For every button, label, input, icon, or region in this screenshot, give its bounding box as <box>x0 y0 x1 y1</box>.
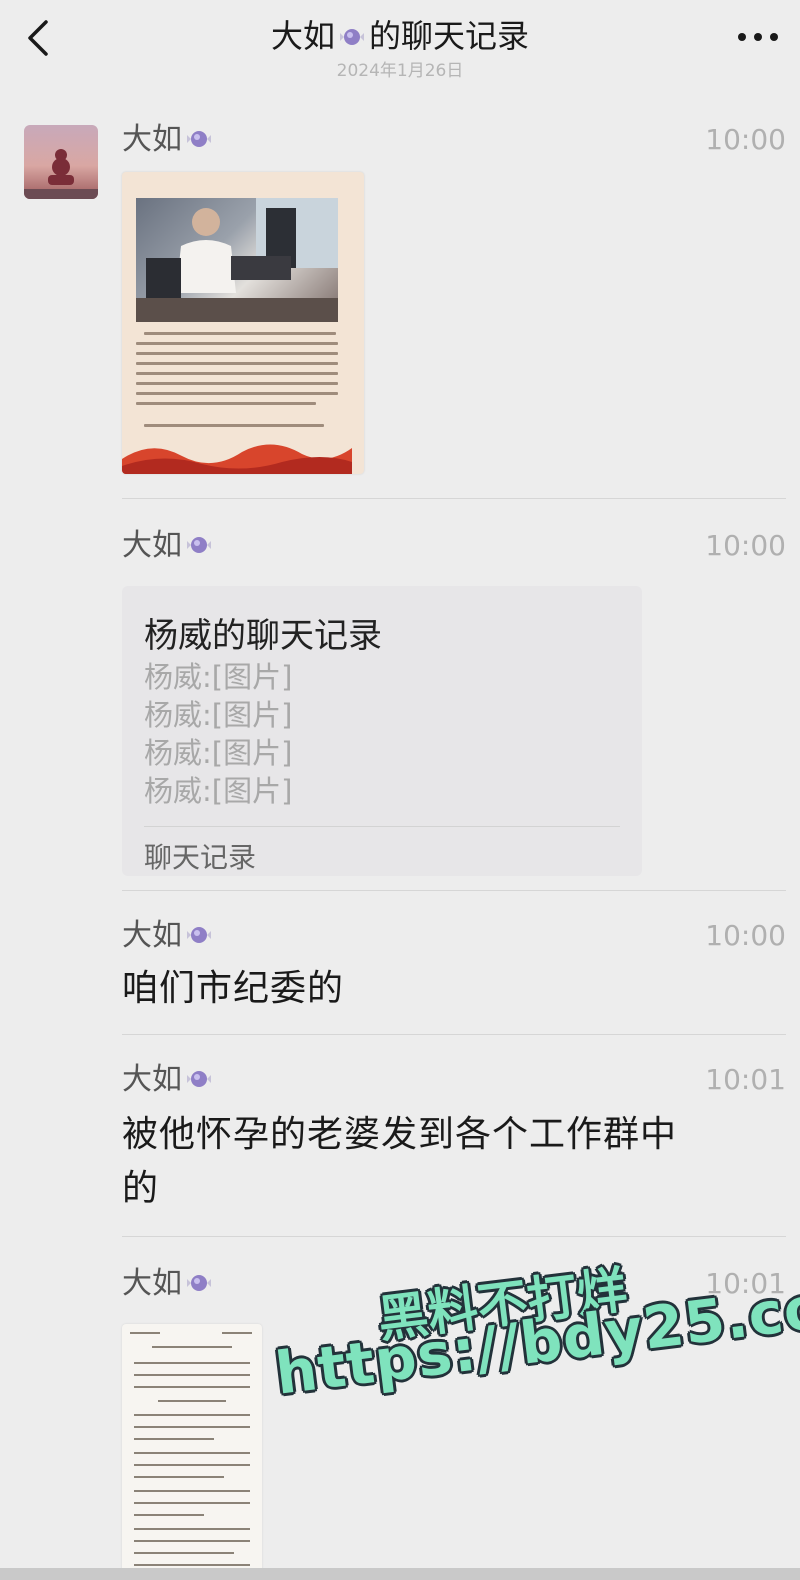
doc-text-line <box>136 362 338 365</box>
doc-text-line <box>136 402 316 405</box>
message-divider <box>122 498 786 499</box>
document-image-thumbnail[interactable] <box>122 1324 262 1574</box>
doc-text-line <box>134 1464 250 1466</box>
doc-text-line <box>134 1564 250 1566</box>
page-title: 大如 的聊天记录 <box>0 14 800 58</box>
doc-text-line <box>134 1476 224 1478</box>
doc-text-line <box>134 1414 250 1416</box>
chat-record-line: 杨威:[图片] <box>144 660 293 694</box>
title-suffix: 的聊天记录 <box>369 17 530 55</box>
doc-text-line <box>136 352 338 355</box>
doc-text-line <box>136 382 338 385</box>
candy-emoji-icon <box>340 29 364 45</box>
doc-text-line <box>222 1332 252 1334</box>
message-time: 10:00 <box>705 123 786 156</box>
avatar[interactable] <box>24 125 98 199</box>
message-item: 大如 10:00 杨威的聊天记录 杨威:[图片] 杨威:[图片] 杨威:[图片]… <box>122 528 786 892</box>
message-time: 10:01 <box>705 1063 786 1096</box>
chat-record-title: 杨威的聊天记录 <box>144 616 382 656</box>
doc-text-line <box>152 1346 232 1348</box>
candy-emoji-icon <box>187 927 211 943</box>
message-divider <box>122 1034 786 1035</box>
sender-name: 大如 <box>122 1266 216 1302</box>
doc-text-line <box>134 1502 250 1504</box>
chat-record-line: 杨威:[图片] <box>144 736 293 770</box>
message-time: 10:00 <box>705 529 786 562</box>
chat-record-card[interactable]: 杨威的聊天记录 杨威:[图片] 杨威:[图片] 杨威:[图片] 杨威:[图片] … <box>122 586 642 876</box>
card-divider <box>144 826 620 827</box>
sender-name: 大如 <box>122 122 216 158</box>
message-text: 咱们市纪委的 <box>122 968 345 1009</box>
avatar-silhouette-icon <box>24 149 98 199</box>
doc-text-line <box>134 1386 250 1388</box>
chat-record-line: 杨威:[图片] <box>144 698 293 732</box>
doc-text-line <box>144 424 324 427</box>
message-item: 大如 10:00 咱们市纪委的 <box>122 918 786 1038</box>
doc-text-line <box>134 1490 250 1492</box>
doc-text-line <box>134 1552 234 1554</box>
message-item: 大如 10:01 被他怀孕的老婆发到各个工作群中 的 <box>122 1062 786 1242</box>
sender-name: 大如 <box>122 528 216 564</box>
message-divider <box>122 1236 786 1237</box>
doc-text-line <box>134 1362 250 1364</box>
candy-emoji-icon <box>187 537 211 553</box>
more-dots-icon[interactable] <box>734 22 782 52</box>
chat-record-line: 杨威:[图片] <box>144 774 293 808</box>
record-date: 2024年1月26日 <box>336 61 464 81</box>
doc-text-line <box>136 372 338 375</box>
doc-text-line <box>134 1514 204 1516</box>
nav-bar: 大如 的聊天记录 2024年1月26日 <box>0 0 800 95</box>
message-time: 10:00 <box>705 919 786 952</box>
message-item: 大如 10:00 <box>122 122 786 502</box>
message-divider <box>122 890 786 891</box>
doc-text-line <box>134 1528 250 1530</box>
doc-text-line <box>134 1452 250 1454</box>
doc-text-line <box>134 1426 250 1428</box>
doc-text-line <box>134 1438 214 1440</box>
photo-man-at-computer <box>136 198 338 322</box>
candy-emoji-icon <box>187 1275 211 1291</box>
doc-text-line <box>144 332 336 335</box>
red-wave-decoration <box>122 444 352 474</box>
candy-emoji-icon <box>187 131 211 147</box>
chat-record-footer: 聊天记录 <box>144 841 257 874</box>
sender-name: 大如 <box>122 1062 216 1098</box>
doc-text-line <box>134 1374 250 1376</box>
candy-emoji-icon <box>187 1071 211 1087</box>
doc-text-line <box>136 342 338 345</box>
bottom-bar <box>0 1568 800 1580</box>
doc-text-line <box>158 1400 226 1402</box>
title-prefix: 大如 <box>270 17 335 55</box>
message-text-line-2: 的 <box>122 1168 160 1209</box>
doc-text-line <box>130 1332 160 1334</box>
doc-text-line <box>136 392 338 395</box>
doc-text-line <box>134 1540 250 1542</box>
image-thumbnail[interactable] <box>122 172 364 474</box>
message-text-line-1: 被他怀孕的老婆发到各个工作群中 <box>122 1114 678 1155</box>
sender-name: 大如 <box>122 918 216 954</box>
